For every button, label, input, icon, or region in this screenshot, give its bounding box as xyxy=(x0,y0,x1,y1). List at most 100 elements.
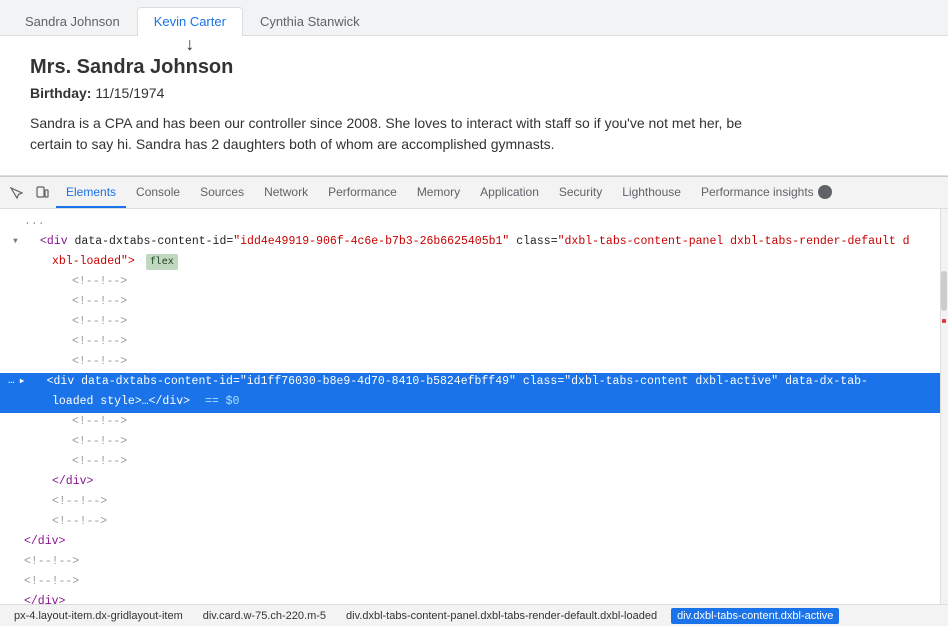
code-comment: <!--!--> xyxy=(24,273,127,291)
code-comment: <!--!--> xyxy=(24,433,127,451)
active-code-line-cont: loaded style>…</div> == $0 xyxy=(0,393,940,413)
code-attr: class= xyxy=(523,375,564,388)
devtools-tab-memory[interactable]: Memory xyxy=(407,177,470,208)
status-item-gridlayout[interactable]: px-4.layout-item.dx-gridlayout-item xyxy=(8,608,189,624)
tab-elements-label: Elements xyxy=(66,185,116,199)
devtools-tab-elements[interactable]: Elements xyxy=(56,177,126,208)
code-line: <div data-dxtabs-content-id="idd4e49919-… xyxy=(0,233,940,253)
code-line: <!--!--> xyxy=(0,433,940,453)
birthday-row: Birthday: 11/15/1974 xyxy=(30,85,918,101)
dollar-eq: == $0 xyxy=(205,395,240,408)
tab-kevin-carter[interactable]: Kevin Carter ↓ xyxy=(137,7,243,35)
active-code-line[interactable]: … <div data-dxtabs-content-id="id1ff7603… xyxy=(0,373,940,393)
code-line: <!--!--> xyxy=(0,513,940,533)
devtools-tabs: Elements Console Sources Network Perform… xyxy=(56,177,944,208)
code-line: <!--!--> xyxy=(0,453,940,473)
code-tag: <div xyxy=(40,235,68,248)
status-item-tabs-active[interactable]: div.dxbl-tabs-content.dxbl-active xyxy=(671,608,839,624)
devtools-panel: Elements Console Sources Network Perform… xyxy=(0,176,948,626)
code-attr: data-dx-tab- xyxy=(785,375,868,388)
code-content: <div data-dxtabs-content-id="idd4e49919-… xyxy=(24,233,910,251)
tab-security-label: Security xyxy=(559,185,602,199)
code-tag: </div> xyxy=(24,533,65,551)
person-name: Mrs. Sandra Johnson xyxy=(30,56,918,79)
code-comment: <!--!--> xyxy=(24,513,107,531)
code-line: </div> xyxy=(0,473,940,493)
code-comment: <!--!--> xyxy=(24,333,127,351)
code-comment: <!--!--> xyxy=(24,493,107,511)
birthday-label: Birthday: xyxy=(30,85,91,101)
tab-label: Sandra Johnson xyxy=(25,14,120,29)
devtools-tab-network[interactable]: Network xyxy=(254,177,318,208)
code-comment: <!--!--> xyxy=(24,453,127,471)
code-line: <!--!--> xyxy=(0,573,940,593)
perf-insights-icon xyxy=(818,185,832,199)
tab-performance-label: Performance xyxy=(328,185,397,199)
status-item-card[interactable]: div.card.w-75.ch-220.m-5 xyxy=(197,608,332,624)
tab-console-label: Console xyxy=(136,185,180,199)
devtools-scrollbar[interactable] xyxy=(940,209,948,604)
code-line: <!--!--> xyxy=(0,333,940,353)
tab-label: Cynthia Stanwick xyxy=(260,14,360,29)
tab-perf-insights-label: Performance insights xyxy=(701,185,814,199)
code-comment: <!--!--> xyxy=(24,313,127,331)
devtools-code-panel[interactable]: ... <div data-dxtabs-content-id="idd4e49… xyxy=(0,209,940,604)
code-attr: class= xyxy=(516,235,557,248)
browser-tab-bar: Sandra Johnson Kevin Carter ↓ Cynthia St… xyxy=(0,0,948,36)
scrollbar-marker xyxy=(942,319,946,323)
devtools-tab-security[interactable]: Security xyxy=(549,177,612,208)
expand-arrow[interactable] xyxy=(19,373,31,391)
birthday-value: 11/15/1974 xyxy=(95,85,164,101)
tab-cynthia-stanwick[interactable]: Cynthia Stanwick xyxy=(243,7,377,35)
code-line: </div> xyxy=(0,593,940,604)
tab-sandra-johnson[interactable]: Sandra Johnson xyxy=(8,7,137,35)
devtools-tab-sources[interactable]: Sources xyxy=(190,177,254,208)
devtools-code-row: ... <div data-dxtabs-content-id="idd4e49… xyxy=(0,209,948,604)
devtools-tab-perf-insights[interactable]: Performance insights xyxy=(691,177,842,208)
code-line: <!--!--> xyxy=(0,493,940,513)
code-line: <!--!--> xyxy=(0,353,940,373)
tab-sources-label: Sources xyxy=(200,185,244,199)
code-attr: data-dxtabs-content-id= xyxy=(75,235,234,248)
code-val: xbl-loaded"> xyxy=(52,255,135,268)
code-line: <!--!--> xyxy=(0,313,940,333)
devtools-status-bar: px-4.layout-item.dx-gridlayout-item div.… xyxy=(0,604,948,626)
cursor-inspector-icon[interactable] xyxy=(4,181,28,205)
code-tag: </div> xyxy=(24,593,65,604)
expand-arrow[interactable] xyxy=(12,233,24,251)
code-comment: <!--!--> xyxy=(24,353,127,371)
bio-text: Sandra is a CPA and has been our control… xyxy=(30,113,770,155)
code-comment: <!--!--> xyxy=(24,573,79,591)
devtools-tab-performance[interactable]: Performance xyxy=(318,177,407,208)
code-tag: <div xyxy=(47,375,75,388)
code-text: ... xyxy=(24,213,45,231)
devtools-tab-lighthouse[interactable]: Lighthouse xyxy=(612,177,691,208)
scrollbar-thumb xyxy=(941,271,947,311)
code-attr: data-dxtabs-content-id= xyxy=(81,375,240,388)
code-comment: <!--!--> xyxy=(24,553,79,571)
status-item-tabs-panel[interactable]: div.dxbl-tabs-content-panel.dxbl-tabs-re… xyxy=(340,608,663,624)
code-content: <div data-dxtabs-content-id="id1ff76030-… xyxy=(31,373,868,391)
code-content: loaded style>…</div> == $0 xyxy=(24,393,239,411)
line-dot: … xyxy=(8,373,15,391)
code-val: "idd4e49919-906f-4c6e-b7b3-26b6625405b1" xyxy=(233,235,509,248)
tab-label: Kevin Carter xyxy=(154,14,226,29)
code-line: xbl-loaded"> flex xyxy=(0,253,940,273)
code-line: ... xyxy=(0,213,940,233)
tab-lighthouse-label: Lighthouse xyxy=(622,185,681,199)
app-content-area: Mrs. Sandra Johnson Birthday: 11/15/1974… xyxy=(0,36,948,176)
code-comment: <!--!--> xyxy=(24,413,127,431)
flex-badge: flex xyxy=(146,254,178,270)
code-line: </div> xyxy=(0,533,940,553)
code-comment: <!--!--> xyxy=(24,293,127,311)
code-val: "dxbl-tabs-content-panel dxbl-tabs-rende… xyxy=(558,235,910,248)
code-line: <!--!--> xyxy=(0,413,940,433)
tab-memory-label: Memory xyxy=(417,185,460,199)
code-tag: </div> xyxy=(24,473,93,491)
device-toolbar-icon[interactable] xyxy=(30,181,54,205)
devtools-tab-application[interactable]: Application xyxy=(470,177,549,208)
code-val: "dxbl-tabs-content dxbl-active" xyxy=(564,375,778,388)
code-line: <!--!--> xyxy=(0,293,940,313)
devtools-toolbar: Elements Console Sources Network Perform… xyxy=(0,177,948,209)
devtools-tab-console[interactable]: Console xyxy=(126,177,190,208)
